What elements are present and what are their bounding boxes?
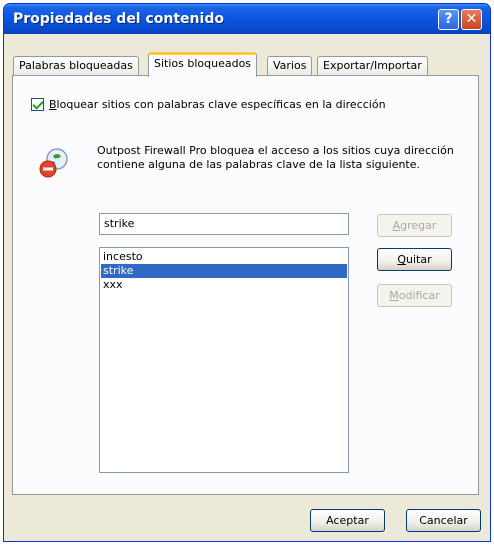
block-sites-label: Bloquear sitios con palabras clave espec…	[49, 98, 386, 111]
close-button[interactable]: ✕	[461, 9, 482, 30]
keyword-list[interactable]: incesto strike xxx	[99, 247, 349, 473]
tab-strip: Palabras bloqueadas Sitios bloqueados Va…	[4, 50, 490, 77]
tab-exportar-importar[interactable]: Exportar/Importar	[317, 56, 428, 76]
description-text: Outpost Firewall Pro bloquea el acceso a…	[97, 144, 454, 171]
block-sites-checkbox-row[interactable]: Bloquear sitios con palabras clave espec…	[31, 98, 386, 111]
tab-sitios-bloqueados[interactable]: Sitios bloqueados	[148, 52, 258, 77]
dialog-window: Propiedades del contenido ? ✕ Palabras b…	[3, 3, 491, 542]
ok-button[interactable]: Aceptar	[310, 509, 385, 532]
block-sites-checkbox[interactable]	[31, 98, 44, 111]
list-item-selected[interactable]: strike	[101, 264, 347, 278]
list-item[interactable]: xxx	[101, 278, 347, 292]
help-button[interactable]: ?	[438, 9, 459, 30]
info-shield-icon	[39, 148, 68, 178]
title-bar[interactable]: Propiedades del contenido ? ✕	[4, 4, 490, 34]
tab-palabras-bloqueadas[interactable]: Palabras bloqueadas	[13, 56, 139, 76]
window-title: Propiedades del contenido	[13, 11, 224, 27]
cancel-button[interactable]: Cancelar	[406, 509, 481, 532]
close-icon: ✕	[465, 11, 478, 27]
remove-button[interactable]: Quitar	[377, 248, 452, 271]
list-item[interactable]: incesto	[101, 250, 347, 264]
tab-panel: Bloquear sitios con palabras clave espec…	[12, 75, 479, 495]
modify-button[interactable]: Modificar	[377, 284, 452, 307]
tab-varios[interactable]: Varios	[267, 56, 313, 76]
help-icon: ?	[444, 11, 453, 27]
add-button[interactable]: Agregar	[377, 214, 452, 237]
keyword-input[interactable]: strike	[99, 213, 349, 235]
